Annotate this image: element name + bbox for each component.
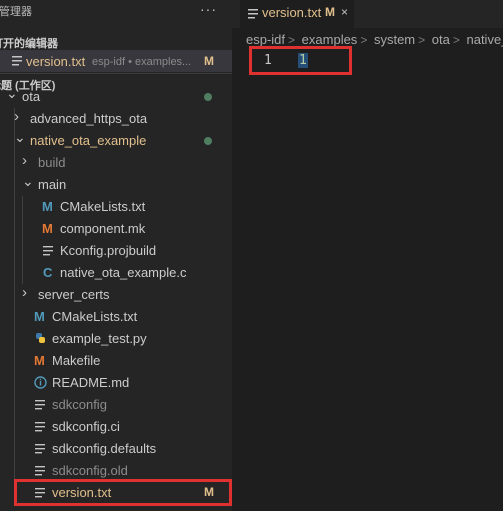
open-editor-name: version.txt [26, 54, 86, 69]
tree-item[interactable]: example_test.py [0, 328, 232, 350]
tree-item[interactable]: Mcomponent.mk [0, 218, 232, 240]
breadcrumb-item[interactable]: examples [302, 32, 358, 47]
breadcrumb-item[interactable]: native_ [466, 32, 503, 47]
tree-item-label: native_ota_example.c [60, 265, 187, 280]
chevron-right-icon[interactable]: › [14, 108, 19, 125]
tree-item-label: Makefile [52, 353, 101, 368]
tree-item-label: sdkconfig [52, 397, 107, 412]
open-editor-status: M [204, 54, 214, 68]
breadcrumb-item[interactable]: system [374, 32, 415, 47]
python-icon [36, 333, 45, 343]
text-file-icon [35, 444, 45, 454]
text-file-icon [43, 246, 53, 256]
tree-item[interactable]: › advanced_https_ota [0, 108, 232, 130]
info-icon [34, 376, 47, 389]
tree-item-label: Kconfig.projbuild [60, 243, 157, 258]
tab-modified-indicator: M [325, 5, 335, 19]
cmake-icon: M [42, 199, 53, 214]
tree-item[interactable]: M Makefile [0, 350, 232, 372]
tree-item-label: example_test.py [52, 331, 147, 346]
open-editor-description: esp-idf • examples... [92, 56, 192, 68]
tab-label: version.txt [262, 5, 322, 20]
explorer-sidebar: 源管理器 ··· 打开的编辑器 version.txt esp-idf • ex… [0, 0, 232, 511]
c-file-icon: C [43, 265, 53, 280]
tab-bar: version.txt M × [232, 0, 503, 28]
chevron-down-icon[interactable]: ⌄ [14, 129, 26, 146]
chevron-right-icon: > [360, 33, 368, 47]
tree-item[interactable]: sdkconfig.defaults [0, 438, 232, 460]
tree-item[interactable]: M CMakeLists.txt [0, 196, 232, 218]
text-file-icon [12, 56, 22, 66]
chevron-down-icon[interactable]: ⌄ [22, 173, 34, 190]
svg-text:M: M [42, 199, 53, 214]
makefile-icon: M [34, 353, 45, 368]
tree-item-label: ota [22, 89, 41, 104]
text-file-icon [35, 466, 45, 476]
highlight-box-file [14, 479, 232, 506]
cmake-icon: M [34, 309, 45, 324]
tree-item-label: advanced_https_ota [30, 111, 148, 126]
tree-item[interactable]: Kconfig.projbuild [0, 240, 232, 262]
tree-item-label: sdkconfig.old [52, 463, 128, 478]
text-file-icon [35, 400, 45, 410]
breadcrumb-item[interactable]: esp-idf [246, 32, 285, 47]
git-status-dot [204, 93, 212, 101]
tree-item-label: server_certs [38, 287, 110, 302]
tree-item-label: CMakeLists.txt [52, 309, 138, 324]
close-icon[interactable]: × [341, 5, 348, 19]
chevron-right-icon: > [418, 33, 426, 47]
chevron-right-icon[interactable]: › [22, 284, 27, 301]
highlight-box-editor [249, 46, 352, 75]
chevron-down-icon[interactable]: ⌄ [6, 85, 18, 102]
tree-item[interactable]: README.md [0, 372, 232, 394]
git-status-dot [204, 137, 212, 145]
svg-text:M: M [34, 353, 45, 368]
tree-item[interactable]: sdkconfig [0, 394, 232, 416]
svg-text:M: M [34, 309, 45, 324]
tree-item-label: sdkconfig.defaults [52, 441, 157, 456]
tree-item-label: main [38, 177, 67, 192]
text-file-icon [35, 422, 45, 432]
tab-version-txt[interactable]: version.txt M × [240, 0, 354, 28]
breadcrumb-item[interactable]: ota [432, 32, 450, 47]
editor-area: version.txt M × esp-idf > examples > syste… [232, 0, 503, 511]
text-file-icon [248, 9, 258, 19]
explorer-header: 源管理器 ··· [0, 0, 232, 22]
svg-text:C: C [43, 265, 53, 280]
tree-item[interactable]: ⌄ main [0, 173, 232, 196]
more-actions-icon[interactable]: ··· [200, 1, 217, 17]
svg-text:M: M [42, 221, 53, 236]
explorer-title: 源管理器 [0, 6, 32, 18]
makefile-icon: M [42, 221, 53, 236]
tree-item-label: native_ota_example [30, 133, 147, 148]
open-editor-item[interactable]: version.txt esp-idf • examples... M [0, 50, 232, 72]
tree-item[interactable]: sdkconfig.ci [0, 416, 232, 438]
tree-item-label: README.md [52, 375, 130, 390]
open-editors-heading: 打开的编辑器 [0, 38, 58, 50]
tree-item[interactable]: › build [0, 152, 232, 174]
chevron-right-icon[interactable]: › [22, 152, 27, 169]
tree-item-label: CMakeLists.txt [60, 199, 146, 214]
chevron-right-icon: > [288, 33, 296, 47]
tree-item[interactable]: ⌄ ota [0, 85, 232, 108]
open-editors-section-header[interactable]: 打开的编辑器 [0, 32, 232, 52]
tree-item-label: sdkconfig.ci [52, 419, 120, 434]
tree-item-label: build [38, 155, 66, 170]
tree-item[interactable]: ⌄ native_ota_example [0, 129, 232, 152]
chevron-right-icon: > [452, 33, 460, 47]
tree-item[interactable]: M CMakeLists.txt [0, 306, 232, 328]
tree-item-label: component.mk [60, 221, 146, 236]
tree-item[interactable]: Cnative_ota_example.c [0, 262, 232, 284]
tree-item[interactable]: › server_certs [0, 284, 232, 306]
